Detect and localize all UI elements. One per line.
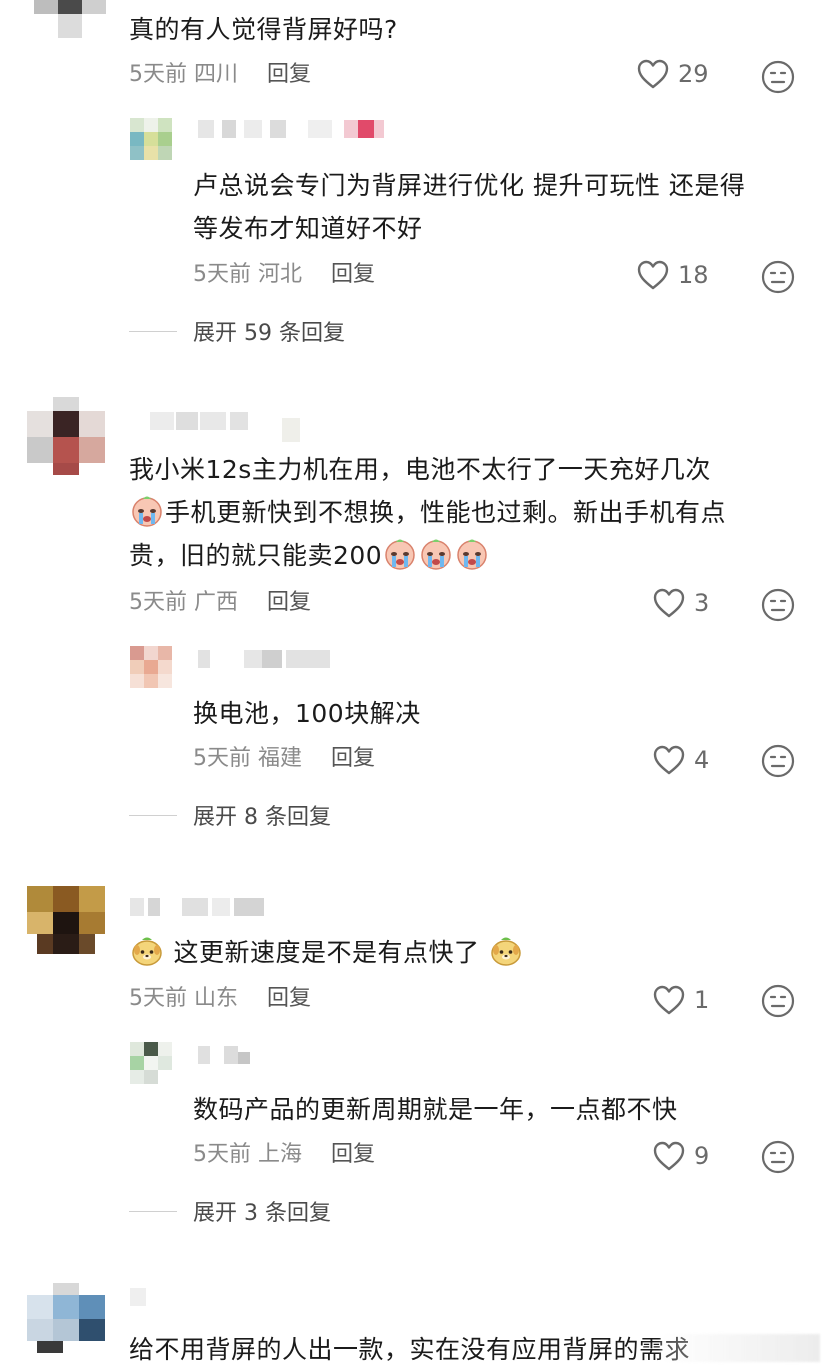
comment-location: 广西 <box>194 590 239 615</box>
neutral-face-icon[interactable] <box>761 1140 795 1174</box>
avatar[interactable] <box>27 397 107 477</box>
comment-time: 5天前 <box>129 62 187 87</box>
crying-face-emoji <box>457 539 487 570</box>
avatar[interactable] <box>34 0 106 40</box>
comment-time: 5天前 <box>129 986 187 1011</box>
username-blurred <box>198 120 418 138</box>
comment-text: 给不用背屏的人出一款，实在没有应用背屏的需求 <box>129 1335 691 1364</box>
like-count: 4 <box>694 746 710 774</box>
expand-replies-label[interactable]: 展开 8 条回复 <box>193 799 331 831</box>
heart-outline-icon <box>637 260 669 290</box>
reply-button[interactable]: 回复 <box>267 62 311 87</box>
reply-meta: 5天前 上海 回复 <box>193 1140 375 1170</box>
avatar[interactable] <box>27 1283 107 1353</box>
reply-button[interactable]: 回复 <box>331 1142 375 1167</box>
neutral-face-icon[interactable] <box>761 260 795 294</box>
reply-button[interactable]: 回复 <box>331 746 375 771</box>
neutral-face-icon[interactable] <box>761 984 795 1018</box>
reply-text-line: 卢总说会专门为背屏进行优化 提升可玩性 还是得 <box>193 171 746 200</box>
reply-time: 5天前 <box>193 746 251 771</box>
username-blurred <box>198 650 338 668</box>
avatar[interactable] <box>130 1042 172 1086</box>
like-count: 3 <box>694 589 710 617</box>
like-count: 18 <box>678 261 709 289</box>
comment-text: 这更新速度是不是有点快了 <box>129 931 524 974</box>
username-blurred <box>130 898 270 916</box>
reply-location: 河北 <box>258 262 303 287</box>
comment-meta: 5天前 山东 回复 <box>129 984 311 1014</box>
reply-text: 换电池，100块解决 <box>193 699 421 728</box>
neutral-face-icon[interactable] <box>761 60 795 94</box>
divider <box>129 330 177 332</box>
crying-face-emoji <box>132 496 162 527</box>
like-button[interactable]: 3 <box>652 587 709 619</box>
watermark-blurred <box>660 1334 820 1362</box>
like-button[interactable]: 1 <box>652 984 709 1016</box>
divider <box>129 1210 177 1212</box>
comment-text-line: 手机更新快到不想换，性能也过剩。新出手机有点 <box>129 491 726 534</box>
reply-button[interactable]: 回复 <box>267 590 311 615</box>
divider <box>129 814 177 816</box>
heart-outline-icon <box>637 59 669 89</box>
expand-replies-label[interactable]: 展开 59 条回复 <box>193 315 345 347</box>
comment-meta: 5天前 广西 回复 <box>129 588 311 618</box>
heart-outline-icon <box>653 588 685 618</box>
reply-text: 卢总说会专门为背屏进行优化 提升可玩性 还是得 等发布才知道好不好 <box>193 164 745 250</box>
reply-text-line: 等发布才知道好不好 <box>193 214 423 243</box>
comment-time: 5天前 <box>129 590 187 615</box>
comment-meta: 5天前 四川 回复 <box>129 60 311 90</box>
reply-location: 福建 <box>258 746 303 771</box>
reply-time: 5天前 <box>193 1142 251 1167</box>
heart-outline-icon <box>653 1141 685 1171</box>
heart-outline-icon <box>653 745 685 775</box>
username-blurred <box>130 1288 170 1306</box>
reply-time: 5天前 <box>193 262 251 287</box>
comment-location: 四川 <box>194 62 239 87</box>
neutral-face-icon[interactable] <box>761 588 795 622</box>
comment-text: 我小米12s主力机在用，电池不太行了一天充好几次 手机更新快到不想换，性能也过剩… <box>129 448 726 577</box>
username-blurred <box>130 412 320 442</box>
comment-text: 真的有人觉得背屏好吗? <box>129 15 398 44</box>
comment-text-content: 这更新速度是不是有点快了 <box>173 938 480 967</box>
expand-replies-button[interactable]: 展开 8 条回复 <box>129 799 331 831</box>
like-button[interactable]: 18 <box>636 259 709 291</box>
expand-replies-button[interactable]: 展开 59 条回复 <box>129 315 345 347</box>
dog-face-emoji <box>491 937 521 966</box>
reply-button[interactable]: 回复 <box>331 262 375 287</box>
reply-location: 上海 <box>258 1142 303 1167</box>
avatar[interactable] <box>130 118 172 160</box>
comment-text-line: 贵，旧的就只能卖200 <box>129 534 726 577</box>
crying-face-emoji <box>421 539 451 570</box>
expand-replies-button[interactable]: 展开 3 条回复 <box>129 1195 331 1227</box>
reply-meta: 5天前 福建 回复 <box>193 744 375 774</box>
expand-replies-label[interactable]: 展开 3 条回复 <box>193 1195 331 1227</box>
like-button[interactable]: 29 <box>636 58 709 90</box>
crying-face-emoji <box>385 539 415 570</box>
like-button[interactable]: 4 <box>652 744 709 776</box>
comment-location: 山东 <box>194 986 239 1011</box>
comment-text-line: 我小米12s主力机在用，电池不太行了一天充好几次 <box>129 455 711 484</box>
avatar[interactable] <box>130 646 172 688</box>
reply-meta: 5天前 河北 回复 <box>193 260 375 290</box>
like-button[interactable]: 9 <box>652 1140 709 1172</box>
username-blurred <box>198 1046 268 1064</box>
like-count: 1 <box>694 986 710 1014</box>
neutral-face-icon[interactable] <box>761 744 795 778</box>
like-count: 9 <box>694 1142 710 1170</box>
reply-text: 数码产品的更新周期就是一年，一点都不快 <box>193 1095 678 1124</box>
heart-outline-icon <box>653 985 685 1015</box>
like-count: 29 <box>678 60 709 88</box>
dog-face-emoji <box>132 937 162 966</box>
avatar[interactable] <box>27 886 107 954</box>
reply-button[interactable]: 回复 <box>267 986 311 1011</box>
